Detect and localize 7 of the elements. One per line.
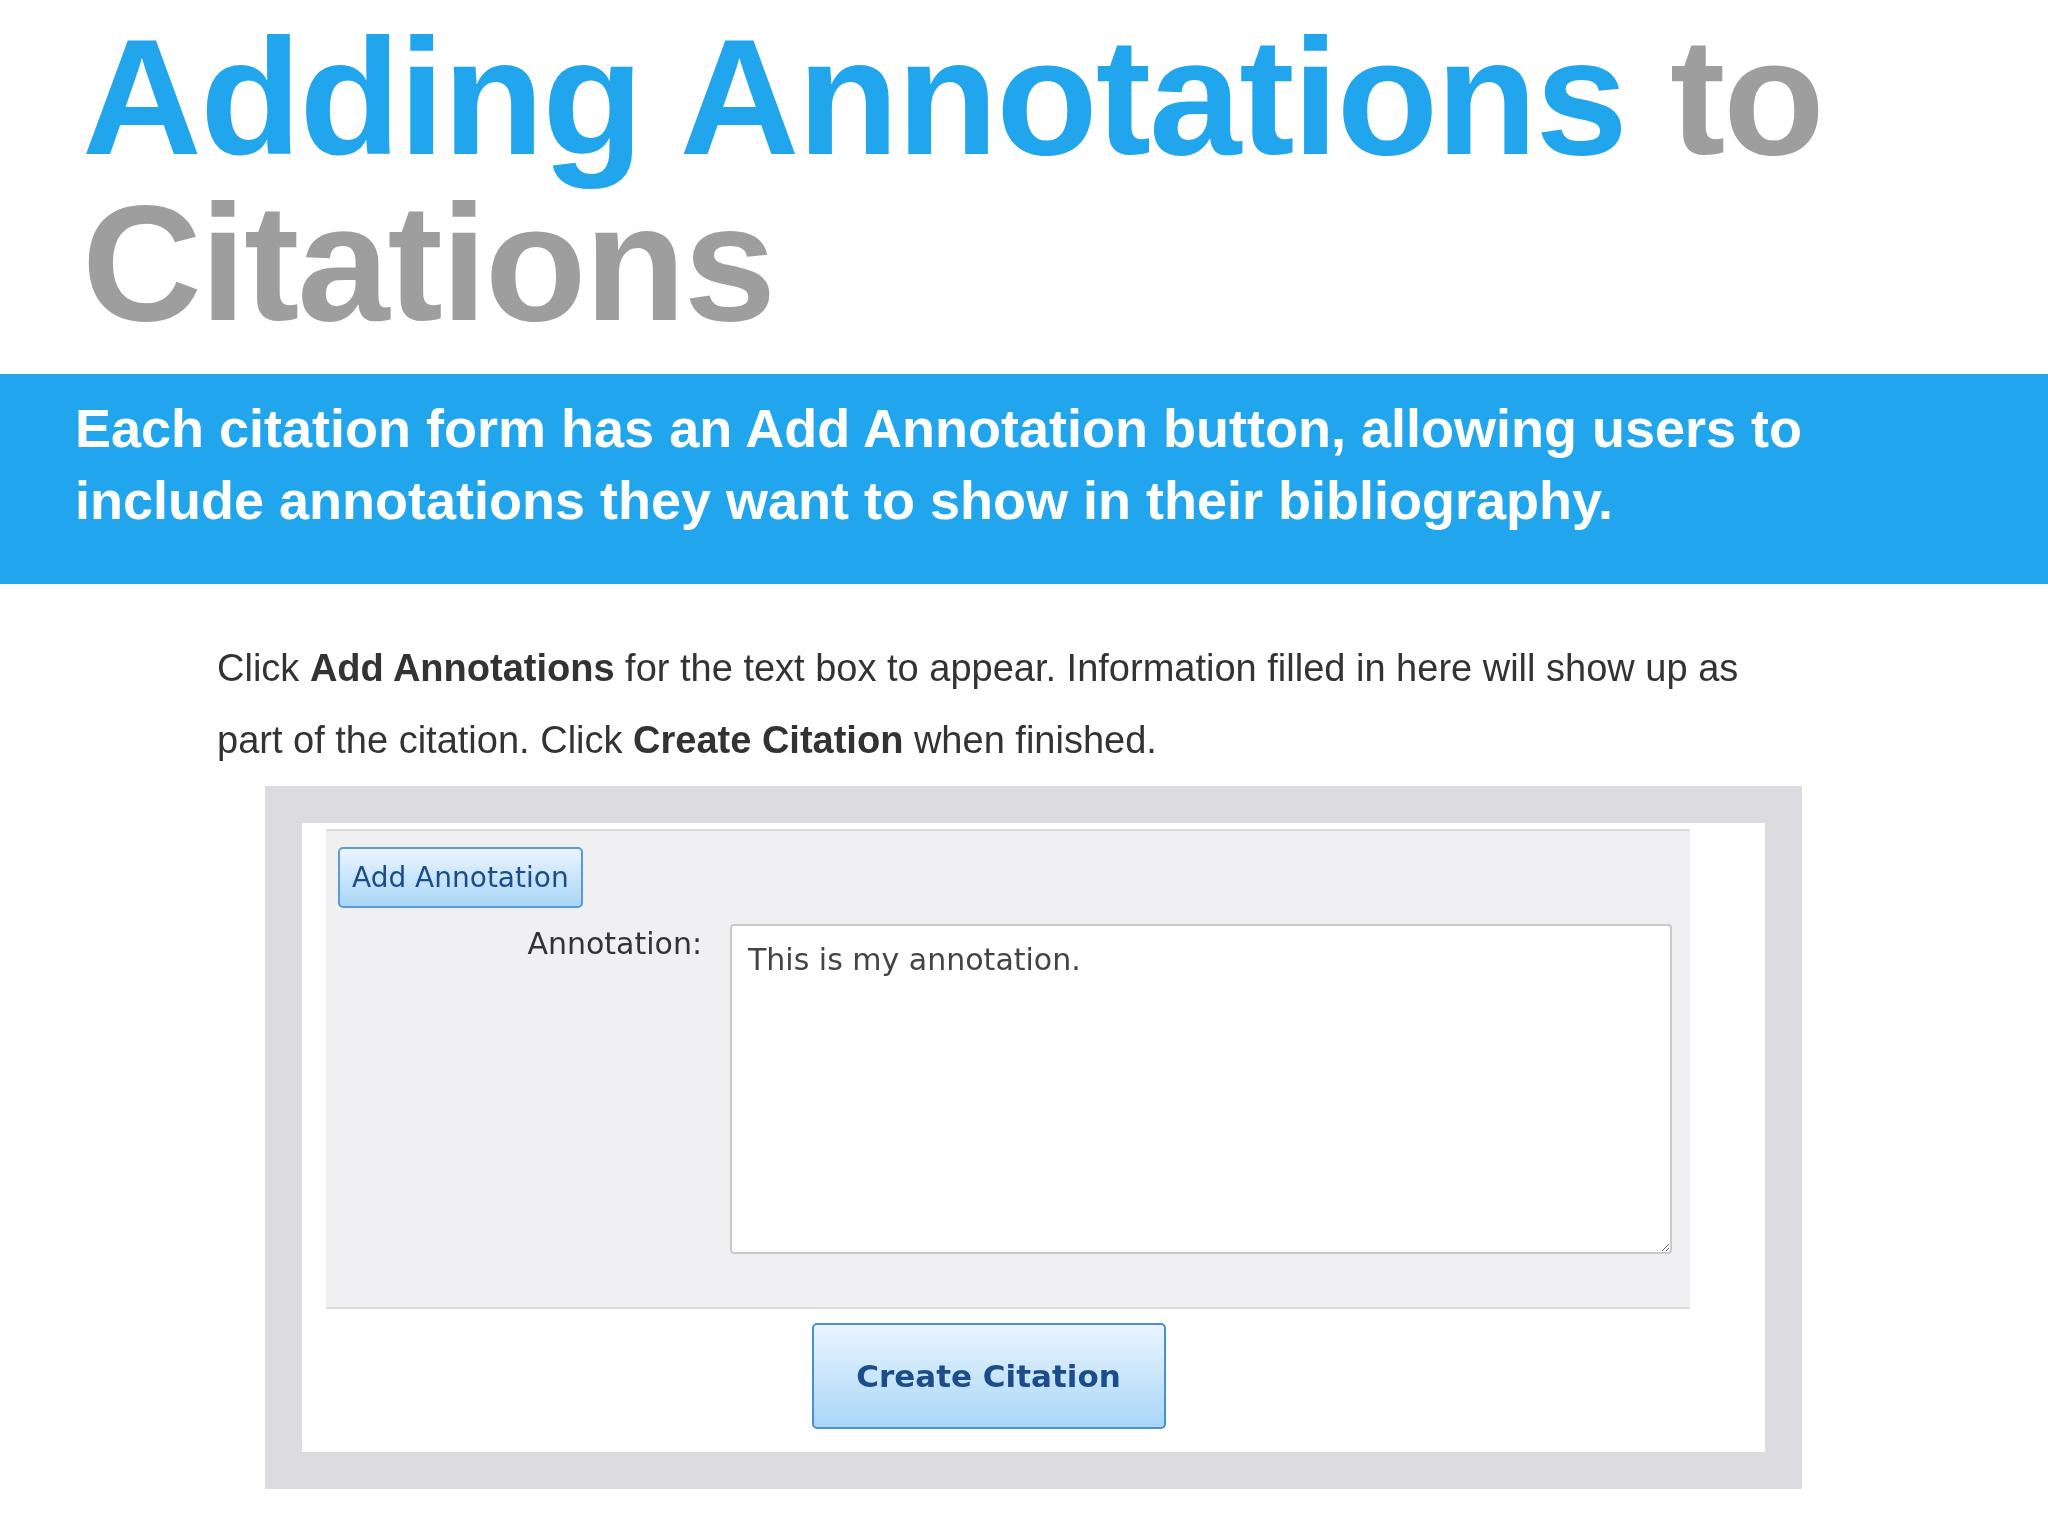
- annotation-field[interactable]: This is my annotation.: [730, 924, 1672, 1254]
- slide-title: Adding Annotations to Citations: [82, 14, 1824, 346]
- add-annotation-button[interactable]: Add Annotation: [338, 847, 583, 908]
- instruction-text: Click Add Annotations for the text box to appear. Information filled in here will show up as part of the citation. Click Create Citation when finished.: [217, 646, 1740, 763]
- subtitle-banner: Each citation form has an Add Annotation button, allowing users to include annotations they want to show in their bibliography.: [0, 374, 2048, 584]
- field-label: Annotation:: [526, 925, 703, 963]
- create-citation-button[interactable]: Create Citation: [811, 1323, 1166, 1429]
